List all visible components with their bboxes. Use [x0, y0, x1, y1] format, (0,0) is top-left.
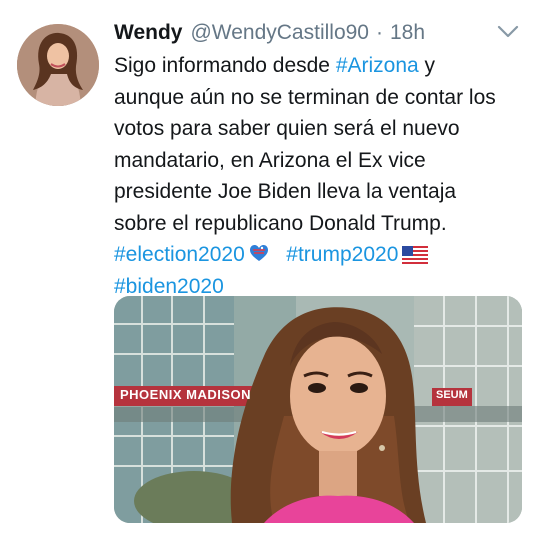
chevron-down-icon[interactable]	[497, 24, 519, 40]
tweet[interactable]: Wendy @WendyCastillo90 · 18h Sigo inform…	[0, 0, 540, 540]
photo	[114, 296, 522, 523]
avatar[interactable]	[17, 24, 99, 106]
tweet-text: Sigo informando desde #Arizona y aunque …	[114, 50, 532, 302]
tweet-header: Wendy @WendyCastillo90 · 18h	[114, 18, 425, 48]
timestamp[interactable]: 18h	[390, 21, 425, 45]
sign-text: PHOENIX MADISON	[120, 387, 252, 402]
tweet-line-3: votos para saber quien será el nuevo	[114, 117, 460, 140]
author-handle[interactable]: @WendyCastillo90	[190, 21, 369, 45]
separator-dot: ·	[375, 21, 383, 44]
tweet-line-5: presidente Joe Biden lleva la ventaja	[114, 180, 457, 203]
tweet-line-4: mandatario, en Arizona el Ex vice	[114, 148, 426, 172]
sign-text-right: SEUM	[436, 389, 468, 401]
tweet-line-6: sobre el republicano Donald Trump.	[114, 211, 447, 235]
author-name[interactable]: Wendy	[114, 21, 182, 45]
hashtag-biden2020[interactable]: #biden2020	[114, 275, 224, 298]
hashtag-line: #election2020 #trump2020	[114, 239, 532, 271]
ballot-heart-icon	[249, 245, 268, 261]
avatar-image	[17, 24, 99, 106]
hashtag-election2020[interactable]: #election2020	[114, 243, 245, 266]
text-fragment: Sigo informando desde	[114, 54, 336, 77]
text-fragment: y	[418, 54, 436, 77]
us-flag-icon	[402, 246, 429, 264]
tweet-media-image[interactable]: PHOENIX MADISON SEUM	[114, 296, 522, 523]
hashtag-trump2020[interactable]: #trump2020	[286, 243, 398, 266]
tweet-line-1: Sigo informando desde #Arizona y	[114, 50, 532, 82]
tweet-line-2: aunque aún no se terminan de contar los	[114, 85, 496, 109]
hashtag-arizona[interactable]: #Arizona	[336, 54, 419, 77]
